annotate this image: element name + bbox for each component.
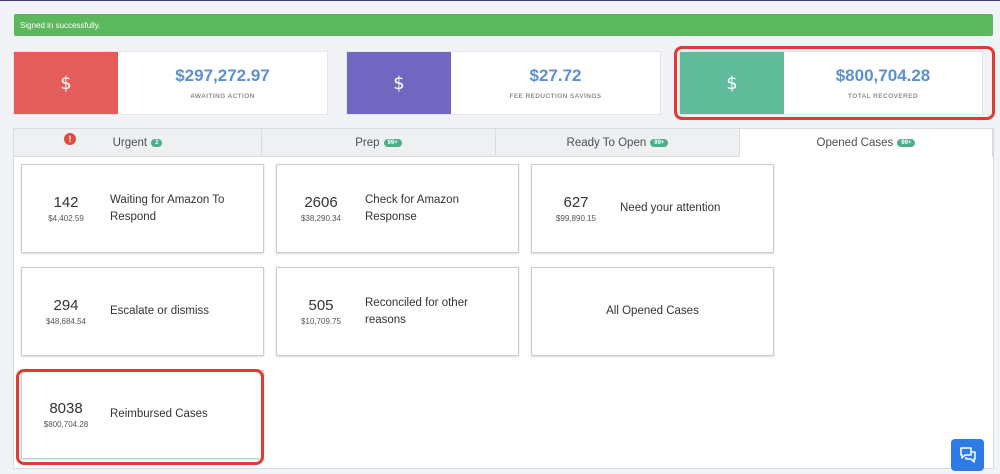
card-title: Need your attention xyxy=(620,202,721,214)
exclamation-icon: ! xyxy=(64,133,76,145)
tab-badge: 99+ xyxy=(650,138,669,147)
stat-label: TOTAL RECOVERED xyxy=(848,93,918,100)
case-count: 2606 xyxy=(304,194,338,211)
case-count: 8038 xyxy=(49,400,83,417)
stat-amount: $297,272.97 xyxy=(175,66,270,85)
card-title: Reconciled for other reasons xyxy=(365,296,468,326)
case-sum: $10,709.75 xyxy=(300,317,342,326)
case-sum: $4,402.59 xyxy=(48,214,84,223)
case-sum: $800,704.28 xyxy=(43,420,89,429)
tab-label: Prep xyxy=(355,136,380,149)
stat-label: FEE REDUCTION SAVINGS xyxy=(509,93,602,100)
case-count: 294 xyxy=(53,297,79,314)
card-reimbursed-cases[interactable]: 8038 $800,704.28 Reimbursed Cases xyxy=(21,370,264,459)
case-tabs: ! Urgent 2 Prep 99+ Ready To Open 99+ Op… xyxy=(14,129,993,157)
dollar-icon: $ xyxy=(14,52,118,114)
card-all-opened-cases[interactable]: All Opened Cases xyxy=(531,267,774,356)
case-count: 505 xyxy=(308,297,334,314)
card-escalate-or-dismiss[interactable]: 294 $48,684.54 Escalate or dismiss xyxy=(21,267,264,356)
success-alert: Signed in successfully. xyxy=(14,14,993,36)
tab-label: Urgent xyxy=(112,136,148,149)
stat-total-recovered: $ $800,704.28 TOTAL RECOVERED xyxy=(679,51,983,115)
tab-label: Ready To Open xyxy=(566,136,647,149)
tab-prep[interactable]: Prep 99+ xyxy=(262,129,496,157)
card-need-your-attention[interactable]: 627 $99,890.15 Need your attention xyxy=(531,164,774,253)
stat-awaiting-action: $ $297,272.97 AWAITING ACTION xyxy=(13,51,328,115)
card-title: Escalate or dismiss xyxy=(110,305,210,317)
tab-opened-cases[interactable]: Opened Cases 99+ xyxy=(740,129,993,157)
tab-label: Opened Cases xyxy=(816,137,894,149)
case-sum: $99,890.15 xyxy=(555,214,597,223)
tab-urgent[interactable]: ! Urgent 2 xyxy=(14,129,262,157)
dollar-icon: $ xyxy=(680,52,784,114)
tab-badge: 99+ xyxy=(897,139,916,147)
card-check-for-amazon-response[interactable]: 2606 $38,290.34 Check for Amazon Respons… xyxy=(276,164,519,253)
stat-label: AWAITING ACTION xyxy=(190,93,255,100)
stat-amount: $800,704.28 xyxy=(835,66,931,85)
card-title: Reimbursed Cases xyxy=(110,408,208,420)
chat-bubbles-icon xyxy=(959,447,976,463)
chat-button[interactable] xyxy=(951,439,984,471)
card-title: Check for Amazon Response xyxy=(365,193,459,223)
card-waiting-for-amazon[interactable]: 142 $4,402.59 Waiting for Amazon To Resp… xyxy=(21,164,264,253)
case-sum: $48,684.54 xyxy=(45,317,87,326)
case-count: 627 xyxy=(563,194,589,211)
tab-ready-to-open[interactable]: Ready To Open 99+ xyxy=(496,129,740,157)
stat-amount: $27.72 xyxy=(529,66,582,85)
case-count: 142 xyxy=(53,194,79,211)
card-reconciled[interactable]: 505 $10,709.75 Reconciled for other reas… xyxy=(276,267,519,356)
card-title: All Opened Cases xyxy=(606,305,699,317)
dollar-icon: $ xyxy=(347,52,451,114)
tab-badge: 99+ xyxy=(383,138,402,147)
tab-badge: 2 xyxy=(151,138,163,147)
stat-fee-reduction-savings: $ $27.72 FEE REDUCTION SAVINGS xyxy=(346,51,661,115)
case-sum: $38,290.34 xyxy=(300,214,342,223)
card-title: Waiting for Amazon To Respond xyxy=(110,193,225,223)
